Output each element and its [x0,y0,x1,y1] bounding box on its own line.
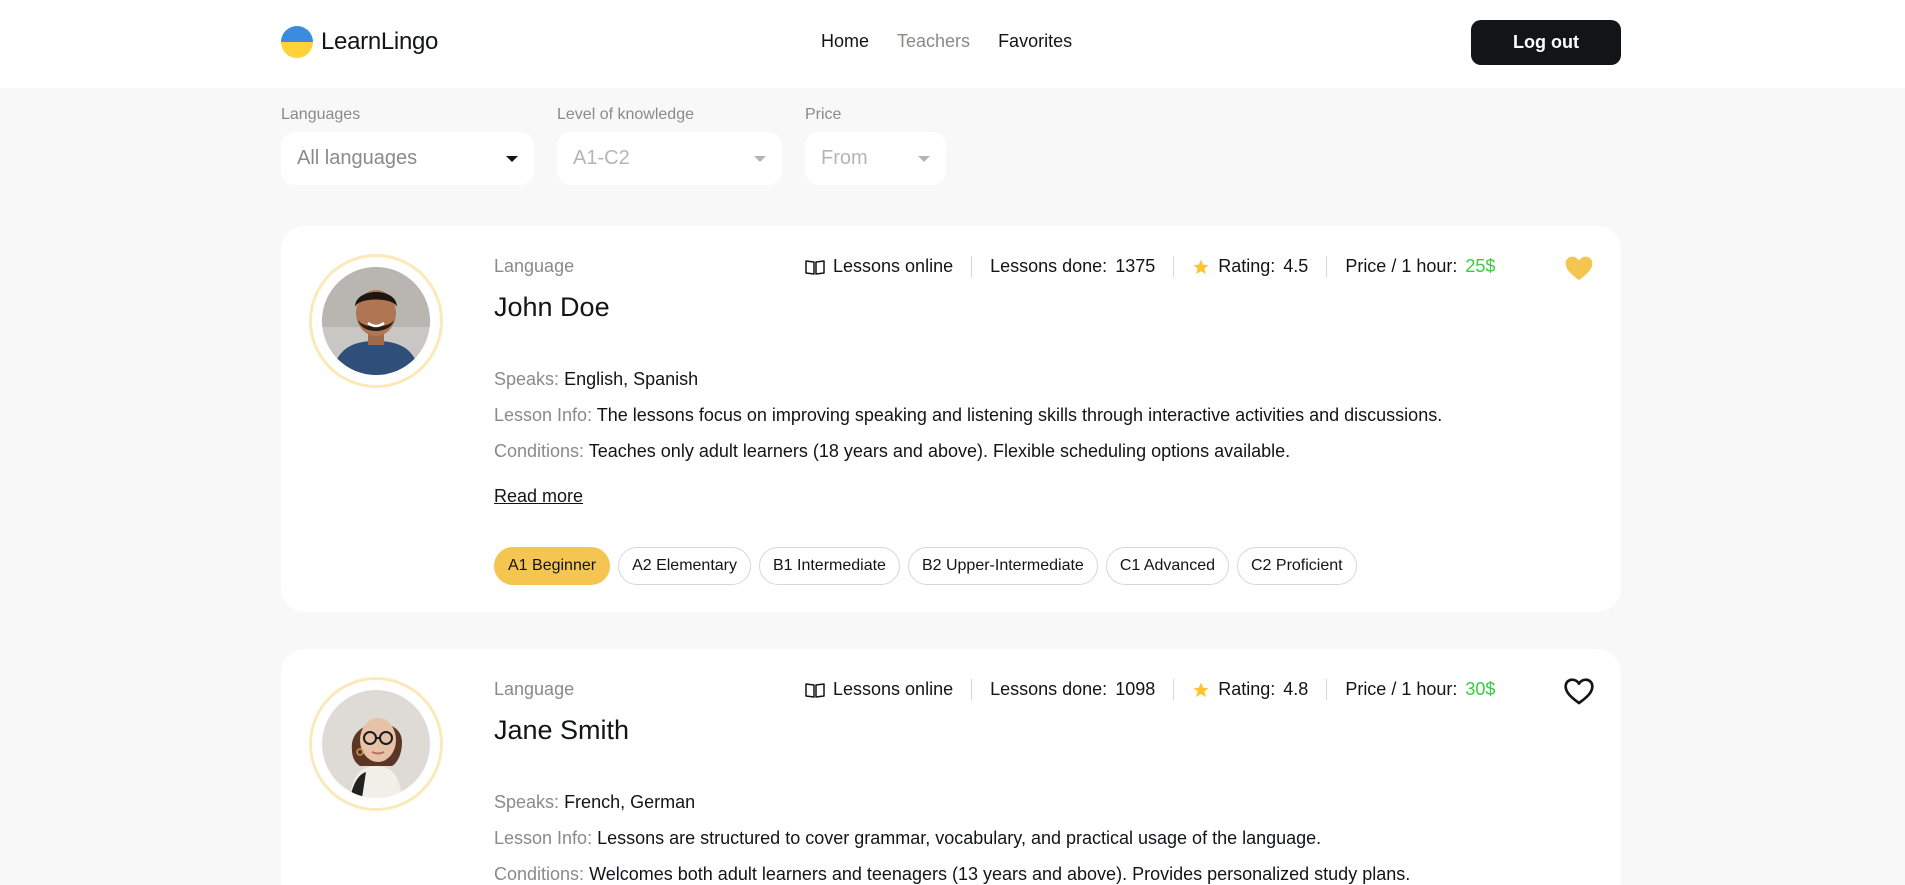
conditions-value: Teaches only adult learners (18 years an… [588,441,1291,461]
lessons-done-stat: Lessons done: 1375 [971,256,1173,277]
rating-stat: Rating: 4.5 [1173,256,1326,277]
lessons-online-text: Lessons online [833,256,954,276]
teacher-name: Jane Smith [494,715,630,745]
lesson-info-value: The lessons focus on improving speaking … [596,405,1443,425]
rating-label: Rating: [1218,256,1276,276]
level-tag-c1[interactable]: C1 Advanced [1105,547,1229,585]
price-stat: Price / 1 hour: 30$ [1326,679,1513,700]
level-tag-b1[interactable]: B1 Intermediate [759,547,900,585]
teacher-stats: Lessons online Lessons done: 1375 Rating… [805,256,1513,277]
speaks-value: French, German [564,792,696,812]
languages-filter: Languages All languages [281,106,534,185]
lessons-online-stat: Lessons online [805,256,971,277]
lessons-done-label: Lessons done: [990,679,1108,699]
level-select-value: A1-C2 [573,147,630,169]
conditions-label: Conditions: [494,441,585,461]
conditions-value: Welcomes both adult learners and teenage… [589,864,1411,884]
level-tag-a1[interactable]: A1 Beginner [494,547,611,585]
rating-value: 4.5 [1283,256,1309,276]
lessons-online-text: Lessons online [833,679,954,699]
logo[interactable]: LearnLingo [281,26,438,58]
ukraine-flag-icon [281,26,313,58]
teacher-stats: Lessons online Lessons done: 1098 Rating… [805,679,1513,700]
level-tag-b2[interactable]: B2 Upper-Intermediate [907,547,1098,585]
price-filter-label: Price [805,106,842,123]
language-label: Language [494,679,575,699]
price-stat: Price / 1 hour: 25$ [1326,256,1513,277]
price-value: 30$ [1465,679,1496,699]
price-select-value: From [821,147,868,169]
filters-bar: Languages All languages Level of knowled… [281,106,946,185]
level-tag-c2[interactable]: C2 Proficient [1237,547,1357,585]
heart-outline-icon[interactable] [1563,675,1595,707]
rating-stat: Rating: 4.8 [1173,679,1326,700]
avatar-ring [309,254,443,388]
level-tags: A1 Beginner A2 Elementary B1 Intermediat… [494,547,1357,585]
rating-value: 4.8 [1283,679,1309,699]
lessons-done-value: 1098 [1115,679,1156,699]
price-value: 25$ [1465,256,1496,276]
lessons-done-stat: Lessons done: 1098 [971,679,1173,700]
avatar-ring [309,677,443,811]
languages-select-value: All languages [297,147,418,169]
lessons-done-label: Lessons done: [990,256,1108,276]
lesson-info-value: Lessons are structured to cover grammar,… [597,828,1322,848]
languages-filter-label: Languages [281,106,361,123]
languages-select[interactable]: All languages [281,132,534,185]
level-filter-label: Level of knowledge [557,106,694,123]
speaks-row: Speaks: English, Spanish [494,369,698,390]
chevron-down-icon [506,155,518,162]
price-select[interactable]: From [805,132,946,185]
book-open-icon [805,682,825,698]
lessons-online-stat: Lessons online [805,679,971,700]
nav-home[interactable]: Home [821,31,869,52]
main-nav: Home Teachers Favorites [821,31,1072,52]
price-label: Price / 1 hour: [1345,679,1458,699]
rating-label: Rating: [1218,679,1276,699]
conditions-row: Conditions: Teaches only adult learners … [494,441,1290,462]
nav-favorites[interactable]: Favorites [998,31,1072,52]
teacher-card: Language John Doe Lessons online Lessons… [281,226,1621,612]
star-icon [1193,682,1209,697]
level-tag-a2[interactable]: A2 Elementary [618,547,751,585]
star-icon [1193,259,1209,274]
lesson-info-row: Lesson Info: The lessons focus on improv… [494,405,1442,426]
conditions-row: Conditions: Welcomes both adult learners… [494,864,1410,885]
chevron-down-icon [918,155,930,162]
price-filter: Price From [805,106,946,185]
speaks-label: Speaks: [494,792,560,812]
language-label: Language [494,256,575,276]
speaks-value: English, Spanish [564,369,699,389]
conditions-label: Conditions: [494,864,585,884]
avatar [322,267,430,375]
level-select[interactable]: A1-C2 [557,132,782,185]
price-label: Price / 1 hour: [1345,256,1458,276]
avatar [322,690,430,798]
lesson-info-label: Lesson Info: [494,828,593,848]
speaks-row: Speaks: French, German [494,792,695,813]
read-more-link[interactable]: Read more [494,486,583,507]
heart-filled-icon[interactable] [1563,252,1595,284]
level-filter: Level of knowledge A1-C2 [557,106,782,185]
speaks-label: Speaks: [494,369,560,389]
logout-button[interactable]: Log out [1471,20,1621,65]
top-header: LearnLingo Home Teachers Favorites Log o… [0,0,1905,88]
chevron-down-icon [754,155,766,162]
nav-teachers[interactable]: Teachers [897,31,970,52]
lesson-info-label: Lesson Info: [494,405,593,425]
book-open-icon [805,259,825,275]
teacher-card: Language Jane Smith Lessons online Lesso… [281,649,1621,885]
lessons-done-value: 1375 [1115,256,1156,276]
brand-name: LearnLingo [321,28,439,55]
teacher-name: John Doe [494,292,610,322]
lesson-info-row: Lesson Info: Lessons are structured to c… [494,828,1321,849]
